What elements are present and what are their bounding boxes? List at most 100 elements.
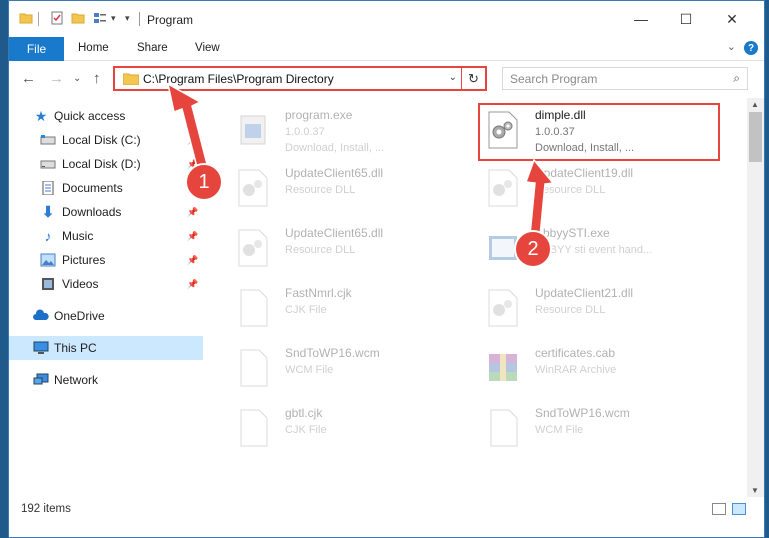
address-bar[interactable]: C:\Program Files\Program Directory ⌄ ↻ [113,66,487,91]
file-name: UpdateClient65.dll [285,166,384,180]
up-button[interactable]: ↑ [93,70,101,87]
star-icon: ★ [34,107,48,124]
vertical-scrollbar[interactable]: ▲ ▼ [747,98,764,497]
file-item[interactable]: UpdateClient21.dll Resource DLL [479,282,729,342]
folder-icon [19,13,33,24]
sidebar-item-network[interactable]: Network [9,368,203,392]
pictures-icon [40,253,56,267]
sidebar-item-label: OneDrive [54,309,105,323]
tab-share[interactable]: Share [137,42,168,54]
exe-icon [240,115,266,145]
file-item[interactable]: FastNmrl.cjk CJK File [229,282,479,342]
search-icon[interactable]: ⌕ [733,71,740,86]
dll-icon [488,169,518,207]
sidebar-item-label: Downloads [62,205,122,219]
maximize-button[interactable]: ☐ [672,8,700,30]
recent-locations-button[interactable]: ⌄ [73,73,81,84]
search-placeholder[interactable]: Search Program [510,72,597,86]
file-type: WCM File [285,364,334,376]
documents-icon [42,181,54,195]
file-item[interactable]: UpdateClient65.dll Resource DLL [229,222,479,282]
sidebar-item-label: Videos [62,277,99,291]
sidebar-item-onedrive[interactable]: OneDrive [9,304,203,328]
close-button[interactable]: ✕ [718,8,746,30]
file-type: CJK File [285,424,327,436]
minimize-button[interactable]: — [627,8,655,30]
file-type: ABBYY sti event hand... [535,244,653,256]
file-item[interactable]: SndToWP16.wcm WCM File [479,402,729,462]
sidebar-item-local-disk-d[interactable]: Local Disk (D:) 📌 [9,152,203,176]
music-icon: ♪ [44,228,52,244]
annotation-badge-1: 1 [185,163,223,201]
file-item[interactable]: certificates.cab WinRAR Archive [479,342,729,402]
file-item[interactable]: UpdateClient19.dll Resource DLL [479,162,729,222]
status-bar: 192 items [9,499,764,521]
tab-view[interactable]: View [195,42,220,54]
downloads-icon: ⬇ [41,204,55,221]
address-dropdown-icon[interactable]: ⌄ [449,72,457,83]
file-type: WinRAR Archive [535,364,617,376]
scroll-down-icon[interactable]: ▼ [751,486,759,495]
item-count: 192 items [21,503,71,515]
scroll-thumb[interactable] [749,112,762,162]
file-type: Resource DLL [535,304,606,316]
address-path[interactable]: C:\Program Files\Program Directory [143,72,334,86]
sidebar-item-label: Documents [62,181,123,195]
sidebar-item-label: Pictures [62,253,106,267]
pin-icon[interactable]: 📌 [187,279,198,290]
window-title: Program [147,13,194,27]
tab-file[interactable]: File [9,37,64,61]
sidebar-item-documents[interactable]: Documents 📌 [9,176,203,200]
help-icon[interactable]: ? [744,41,758,55]
file-name: certificates.cab [535,346,616,360]
new-folder-icon[interactable] [71,11,85,25]
navigation-bar: ← → ⌄ ↑ C:\Program Files\Program Directo… [9,61,764,96]
refresh-button[interactable]: ↻ [461,68,485,89]
file-type: Resource DLL [285,184,356,196]
sidebar-item-label: Local Disk (C:) [62,133,141,147]
properties-icon[interactable] [50,11,64,25]
dll-icon [238,169,268,207]
search-box[interactable]: Search Program ⌕ [502,67,748,90]
blank-file-icon [240,289,268,327]
pin-icon[interactable]: 📌 [187,231,198,242]
sidebar-item-pictures[interactable]: Pictures 📌 [9,248,203,272]
annotation-badge-2: 2 [514,230,552,268]
file-name: SndToWP16.wcm [285,346,380,360]
file-type: Resource DLL [285,244,356,256]
qa-dropdown-icon[interactable]: ▾ [111,13,116,24]
sidebar-item-music[interactable]: ♪ Music 📌 [9,224,203,248]
file-type: Resource DLL [535,184,606,196]
ribbon-collapse-icon[interactable]: ⌄ [727,40,736,53]
pin-icon[interactable]: 📌 [187,207,198,218]
file-name: FastNmrl.cjk [285,286,352,300]
pin-icon[interactable]: 📌 [187,135,198,146]
qa-overflow-icon[interactable]: ▾ [125,13,130,24]
scroll-up-icon[interactable]: ▲ [751,100,759,109]
details-view-icon[interactable] [712,503,726,515]
large-icons-view-icon[interactable] [732,503,746,515]
file-name: UpdateClient21.dll [535,286,634,300]
file-name: SndToWP16.wcm [535,406,630,420]
sidebar-item-quick-access[interactable]: ★ Quick access [9,104,203,128]
drive-icon [40,160,56,169]
file-type: 1.0.0.37 [285,126,325,138]
file-name: program.exe [285,108,353,122]
customize-qa-icon[interactable] [93,11,107,25]
file-item[interactable]: gbtl.cjk CJK File [229,402,479,462]
navigation-pane: ★ Quick access Local Disk (C:) 📌 Local D… [9,98,203,493]
forward-button[interactable]: → [49,70,64,87]
sidebar-item-this-pc[interactable]: This PC [9,336,203,360]
sidebar-item-downloads[interactable]: ⬇ Downloads 📌 [9,200,203,224]
file-item[interactable]: UpdateClient65.dll Resource DLL [229,162,479,222]
sidebar-item-videos[interactable]: Videos 📌 [9,272,203,296]
file-item[interactable]: program.exe 1.0.0.37 Download, Install, … [229,104,479,164]
sidebar-item-local-disk-c[interactable]: Local Disk (C:) 📌 [9,128,203,152]
back-button[interactable]: ← [21,70,36,87]
dll-icon [238,229,268,267]
file-desc: Download, Install, ... [285,142,385,154]
pin-icon[interactable]: 📌 [187,255,198,266]
file-item[interactable]: SndToWP16.wcm WCM File [229,342,479,402]
tab-home[interactable]: Home [78,42,109,54]
sidebar-item-label: Music [62,229,94,243]
